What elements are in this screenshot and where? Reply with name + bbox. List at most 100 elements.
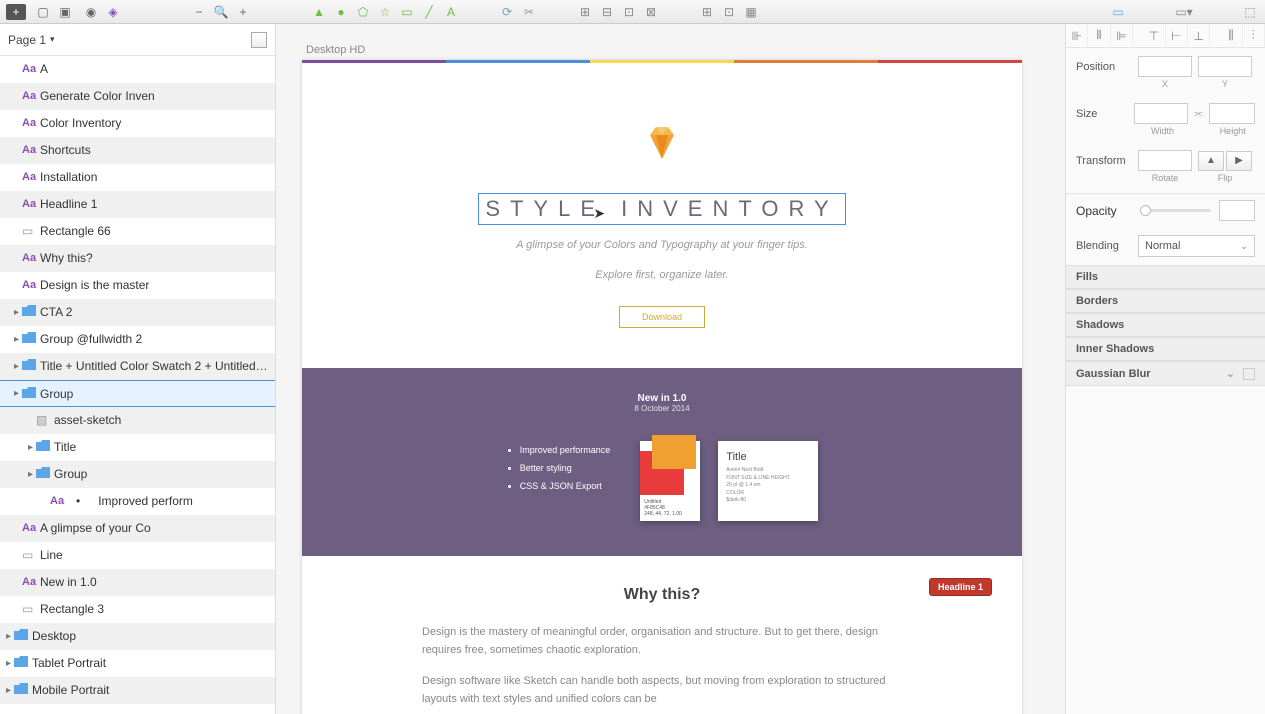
layer-row[interactable]: Title + Untitled Color Swatch 2 + Untitl…: [0, 353, 275, 380]
opacity-slider[interactable]: [1140, 209, 1211, 212]
layer-row[interactable]: AaWhy this?: [0, 245, 275, 272]
layer-row[interactable]: Mobile Portrait: [0, 677, 275, 704]
blending-select[interactable]: Normal⌄: [1138, 235, 1255, 257]
layer-row[interactable]: Group: [0, 461, 275, 488]
type-font: Avenir Next Bold: [726, 467, 810, 475]
pages-grid-icon[interactable]: [251, 32, 267, 48]
layer-row[interactable]: ▭Line: [0, 542, 275, 569]
flip-h-button[interactable]: ▲: [1198, 151, 1224, 171]
layer-row[interactable]: AaHeadline 1: [0, 191, 275, 218]
rotate-icon[interactable]: ⟳: [498, 3, 516, 21]
scissors-icon[interactable]: ✂: [520, 3, 538, 21]
height-label: Height: [1210, 126, 1255, 136]
layer-list[interactable]: AaAAaGenerate Color InvenAaColor Invento…: [0, 56, 275, 714]
copy-style-icon[interactable]: ◉: [82, 3, 100, 21]
y-input[interactable]: [1198, 56, 1252, 77]
page-name: Page 1: [8, 33, 46, 47]
rotate-input[interactable]: [1138, 150, 1192, 171]
flip-label: Flip: [1198, 173, 1252, 183]
intersect-icon[interactable]: ⊡: [620, 3, 638, 21]
type-meta2: 26 pt @ 1.4 em: [726, 482, 810, 490]
inspector-section-fills[interactable]: Fills: [1066, 265, 1265, 289]
oval-shape-icon[interactable]: ●: [332, 3, 350, 21]
height-input[interactable]: [1209, 103, 1255, 124]
opacity-label: Opacity: [1076, 204, 1132, 218]
subtract-icon[interactable]: ⊟: [598, 3, 616, 21]
headline-badge[interactable]: Headline 1: [929, 578, 992, 596]
x-label: X: [1138, 79, 1192, 89]
layer-row[interactable]: CTA 2: [0, 299, 275, 326]
star-shape-icon[interactable]: ☆: [376, 3, 394, 21]
align-middle-icon[interactable]: ⊢: [1166, 24, 1188, 47]
layer-row[interactable]: AaA glimpse of your Co: [0, 515, 275, 542]
layout-icon[interactable]: ▦: [742, 3, 760, 21]
headline-text[interactable]: STYLE INVENTORY: [478, 193, 845, 225]
align-top-icon[interactable]: ⊤: [1143, 24, 1165, 47]
inspector-section-shadows[interactable]: Shadows: [1066, 313, 1265, 337]
inspector-section-borders[interactable]: Borders: [1066, 289, 1265, 313]
mirror-icon[interactable]: ▭: [1109, 3, 1127, 21]
layer-row[interactable]: AaA: [0, 56, 275, 83]
line-shape-icon[interactable]: ╱: [420, 3, 438, 21]
distribute-h-icon[interactable]: ⫼: [1220, 24, 1242, 47]
hero-section: STYLE INVENTORY ➤ A glimpse of your Colo…: [302, 63, 1022, 368]
layer-row[interactable]: ▧asset-sketch: [0, 407, 275, 434]
layer-row[interactable]: ▭Rectangle 66: [0, 218, 275, 245]
flip-v-button[interactable]: ▶: [1226, 151, 1252, 171]
feature-bullet: CSS & JSON Export: [520, 477, 611, 495]
type-meta1: FONT SIZE & LINE HEIGHT: [726, 475, 810, 483]
layer-row[interactable]: Desktop: [0, 623, 275, 650]
ungroup-icon[interactable]: ▣: [56, 3, 74, 21]
align-right-icon[interactable]: ⊫: [1111, 24, 1133, 47]
layer-row[interactable]: ▭Rectangle 3: [0, 596, 275, 623]
layer-row[interactable]: Tablet Portrait: [0, 650, 275, 677]
zoom-in-icon[interactable]: +: [234, 3, 252, 21]
sketch-diamond-icon: [642, 123, 682, 163]
new-section: New in 1.0 8 October 2014 Improved perfo…: [302, 368, 1022, 556]
export-icon[interactable]: ⬚: [1241, 3, 1259, 21]
canvas[interactable]: Desktop HD STYLE INVENTORY ➤ A glimpse o…: [276, 24, 1065, 714]
align-center-icon[interactable]: ⫴: [1088, 24, 1110, 47]
add-icon[interactable]: +: [6, 4, 26, 20]
lock-aspect-icon[interactable]: ⫘: [1194, 108, 1203, 119]
layer-row[interactable]: AaDesign is the master: [0, 272, 275, 299]
layer-row[interactable]: Title: [0, 434, 275, 461]
view-icon[interactable]: ▭▾: [1175, 3, 1193, 21]
inspector-section-gaussian-blur[interactable]: Gaussian Blur⌄: [1066, 361, 1265, 386]
inspector-section-inner-shadows[interactable]: Inner Shadows: [1066, 337, 1265, 361]
layer-row[interactable]: Group: [0, 380, 275, 407]
align-bottom-icon[interactable]: ⊥: [1188, 24, 1210, 47]
union-icon[interactable]: ⊞: [576, 3, 594, 21]
distribute-icon[interactable]: ⊡: [720, 3, 738, 21]
layer-row[interactable]: AaShortcuts: [0, 137, 275, 164]
zoom-out-icon[interactable]: −: [190, 3, 208, 21]
layer-row[interactable]: AaGenerate Color Inven: [0, 83, 275, 110]
type-meta3: COLOR: [726, 490, 810, 498]
layer-row[interactable]: Group @fullwidth 2: [0, 326, 275, 353]
difference-icon[interactable]: ⊠: [642, 3, 660, 21]
layer-row[interactable]: AaInstallation: [0, 164, 275, 191]
align-grid-icon[interactable]: ⊞: [698, 3, 716, 21]
polygon-shape-icon[interactable]: ⬠: [354, 3, 372, 21]
layer-row[interactable]: AaColor Inventory: [0, 110, 275, 137]
new-date: 8 October 2014: [332, 404, 992, 413]
plugin-icon[interactable]: ◈: [104, 3, 122, 21]
text-shape-icon[interactable]: A: [442, 3, 460, 21]
rect-shape-icon[interactable]: ▭: [398, 3, 416, 21]
group-icon[interactable]: ▢: [34, 3, 52, 21]
distribute-v-icon[interactable]: ⫶: [1243, 24, 1265, 47]
transform-label: Transform: [1076, 155, 1132, 167]
layers-panel: Page 1 ▾ AaAAaGenerate Color InvenAaColo…: [0, 24, 276, 714]
feature-bullet: Improved performance: [520, 441, 611, 459]
page-selector[interactable]: Page 1 ▾: [0, 24, 275, 56]
zoom-icon[interactable]: 🔍: [212, 3, 230, 21]
opacity-input[interactable]: [1219, 200, 1255, 221]
layer-row[interactable]: Aa•Improved perform: [0, 488, 275, 515]
width-input[interactable]: [1134, 103, 1188, 124]
triangle-shape-icon[interactable]: ▲: [310, 3, 328, 21]
artboard-name[interactable]: Desktop HD: [306, 44, 365, 56]
align-left-icon[interactable]: ⊪: [1066, 24, 1088, 47]
download-button[interactable]: Download: [619, 306, 705, 328]
layer-row[interactable]: AaNew in 1.0: [0, 569, 275, 596]
x-input[interactable]: [1138, 56, 1192, 77]
